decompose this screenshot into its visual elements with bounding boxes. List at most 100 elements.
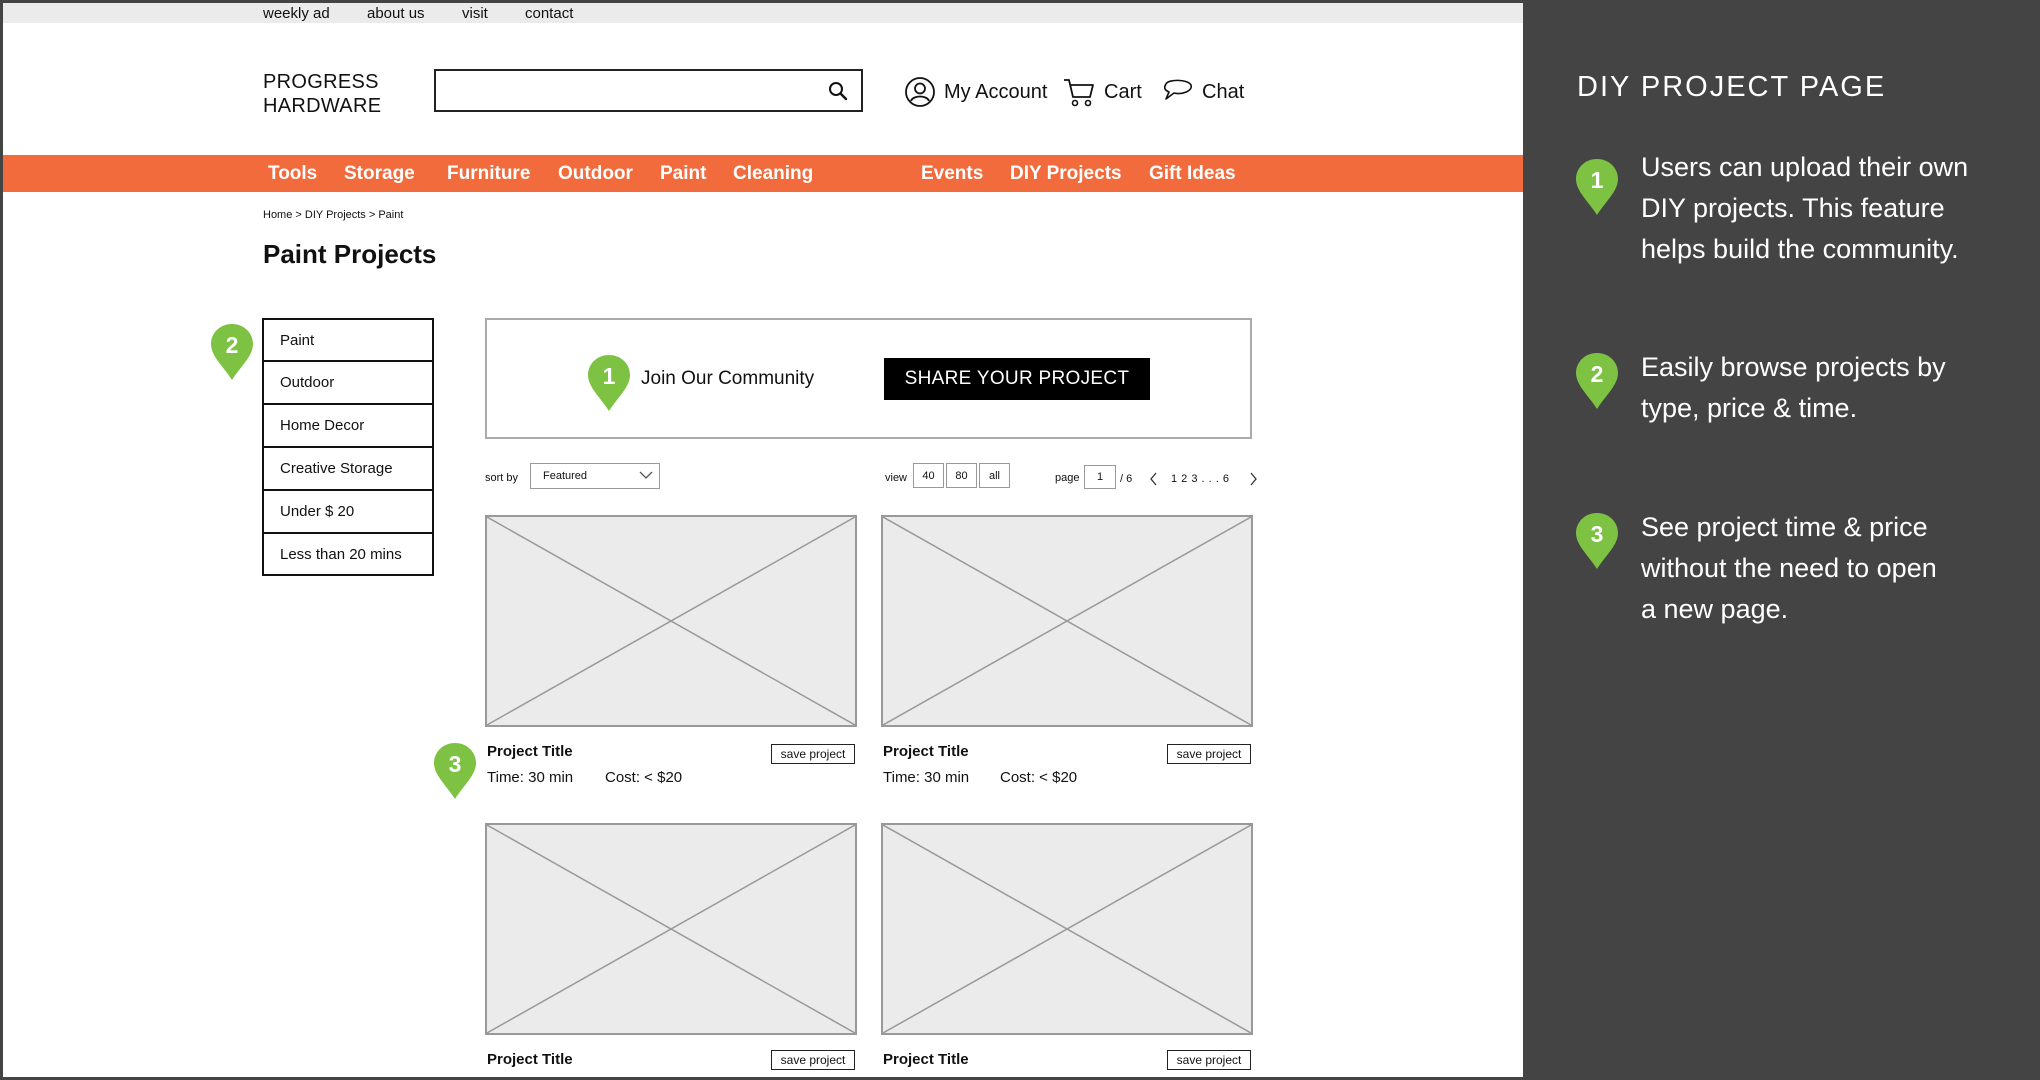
annotation-number: 3 [1591,521,1604,547]
page-label: page [1055,472,1080,484]
marker-pin-icon: 2 [211,324,253,380]
view-all-button[interactable]: all [979,463,1010,488]
filter-home-decor[interactable]: Home Decor [262,404,434,447]
breadcrumb[interactable]: Home > DIY Projects > Paint [263,209,403,221]
page-total: / 6 [1120,473,1133,485]
main-nav: Tools Storage Furniture Outdoor Paint Cl… [3,155,1523,192]
marker-number: 1 [603,363,616,389]
filter-creative-storage[interactable]: Creative Storage [262,447,434,490]
annotation-number: 2 [1591,361,1604,387]
cart-link[interactable]: Cart [1062,76,1142,108]
marker-pin-icon: 1 [1576,159,1618,215]
annotation-marker-2: 2 [1575,352,1619,415]
save-project-button[interactable]: save project [771,1050,855,1070]
cart-icon [1064,79,1094,107]
annotation-note-3: See project time & price without the nee… [1641,507,1981,630]
account-icon [905,77,935,107]
project-title[interactable]: Project Title [487,1051,573,1068]
annotation-line: without the need to open [1641,553,1937,583]
logo-line-1[interactable]: PROGRESS [263,71,379,94]
view-40-button[interactable]: 40 [913,463,944,488]
annotation-note-2: Easily browse projects by type, price & … [1641,347,1981,429]
page-input[interactable]: 1 [1084,465,1116,489]
project-cost: Cost: < $20 [1000,769,1078,786]
filter-outdoor[interactable]: Outdoor [262,361,434,404]
nav-outdoor[interactable]: Outdoor [558,163,633,185]
filter-paint[interactable]: Paint [262,318,434,361]
cart-label: Cart [1104,80,1142,103]
annotation-marker-3: 3 [1575,512,1619,575]
my-account-link[interactable]: My Account [904,76,1047,108]
save-project-button[interactable]: save project [771,744,855,764]
marker-number: 2 [226,332,239,358]
marker-2: 2 [210,323,254,381]
chat-icon [1163,79,1192,100]
account-label: My Account [944,80,1048,103]
marker-pin-icon: 3 [1576,513,1618,569]
project-title[interactable]: Project Title [487,743,573,760]
chat-link[interactable]: Chat [1160,76,1244,108]
link-visit[interactable]: visit [462,5,488,22]
annotation-line: See project time & price [1641,512,1928,542]
project-image-placeholder[interactable] [485,515,857,727]
save-project-button[interactable]: save project [1167,744,1251,764]
page-title: Paint Projects [263,239,437,269]
image-placeholder-icon [487,517,855,725]
sort-label: sort by [485,472,519,484]
share-project-button[interactable]: SHARE YOUR PROJECT [884,358,1150,400]
nav-tools[interactable]: Tools [268,163,317,185]
annotation-marker-1: 1 [1575,158,1619,221]
annotation-line: type, price & time. [1641,393,1858,423]
chevron-left-icon[interactable] [1149,472,1159,486]
save-project-button[interactable]: save project [1167,1050,1251,1070]
link-about-us[interactable]: about us [367,5,425,22]
annotation-note-1: Users can upload their own DIY projects.… [1641,147,1981,270]
chevron-right-icon[interactable] [1248,472,1258,486]
nav-events[interactable]: Events [921,163,983,185]
project-image-placeholder[interactable] [881,823,1253,1035]
search-icon[interactable] [827,80,849,102]
link-weekly-ad[interactable]: weekly ad [263,5,330,22]
sort-select[interactable]: Featured [530,463,660,489]
filter-under-20[interactable]: Under $ 20 [262,490,434,533]
nav-paint[interactable]: Paint [660,163,706,185]
marker-pin-icon: 2 [1576,353,1618,409]
image-placeholder-icon [883,825,1251,1033]
marker-1: 1 [587,354,631,412]
nav-gift-ideas[interactable]: Gift Ideas [1149,163,1236,185]
nav-storage[interactable]: Storage [344,163,415,185]
image-placeholder-icon [883,517,1251,725]
search-input[interactable] [434,69,863,112]
chevron-down-icon [639,471,653,479]
project-title[interactable]: Project Title [883,743,969,760]
logo-line-2[interactable]: HARDWARE [263,95,381,118]
nav-diy-projects[interactable]: DIY Projects [1010,163,1122,185]
project-cost: Cost: < $20 [605,769,683,786]
project-image-placeholder[interactable] [881,515,1253,727]
marker-pin-icon: 3 [434,743,476,799]
project-image-placeholder[interactable] [485,823,857,1035]
view-80-button[interactable]: 80 [946,463,977,488]
sort-value: Featured [543,470,588,482]
community-text: Join Our Community [641,368,815,389]
nav-furniture[interactable]: Furniture [447,163,530,185]
utility-bar: weekly ad about us visit contact [3,3,1523,23]
project-title[interactable]: Project Title [883,1051,969,1068]
filter-under-20-mins[interactable]: Less than 20 mins [262,533,434,576]
marker-3: 3 [433,742,477,800]
annotation-line: Easily browse projects by [1641,352,1946,382]
annotation-number: 1 [1591,167,1604,193]
image-placeholder-icon [487,825,855,1033]
project-time: Time: 30 min [883,769,970,786]
project-time: Time: 30 min [487,769,574,786]
wireframe-page: weekly ad about us visit contact PROGRES… [3,3,1523,1077]
annotation-line: a new page. [1641,594,1789,624]
link-contact[interactable]: contact [525,5,573,22]
nav-cleaning[interactable]: Cleaning [733,163,813,185]
marker-number: 3 [449,751,462,777]
page-links[interactable]: 1 2 3 . . . 6 [1171,473,1229,485]
annotation-line: helps build the community. [1641,234,1959,264]
community-banner: 1 Join Our Community SHARE YOUR PROJECT [485,318,1252,439]
annotation-line: Users can upload their own [1641,152,1969,182]
view-label: view [885,472,908,484]
